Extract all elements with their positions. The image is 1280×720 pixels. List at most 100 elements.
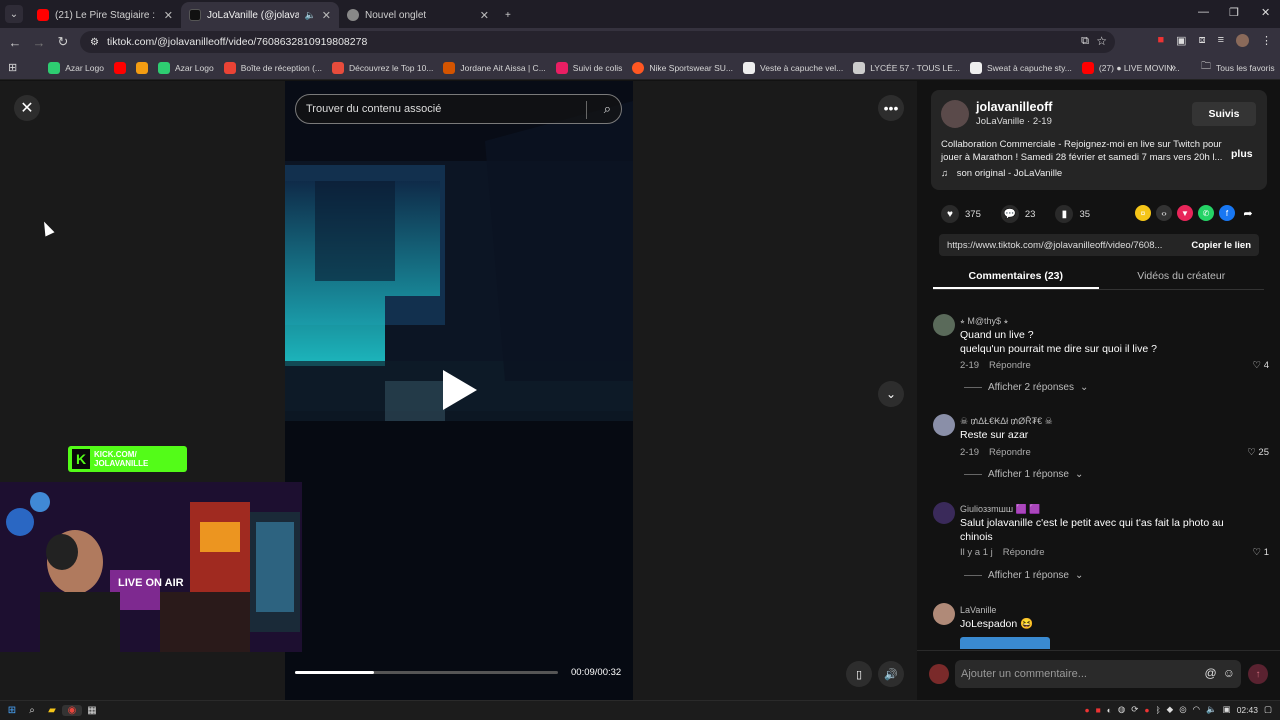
tab-tiktok[interactable]: JoLaVanille (@jolavanilleoff) 🔈 ✕ bbox=[181, 2, 339, 28]
volume-icon[interactable]: 🔊 bbox=[878, 661, 904, 687]
view-replies-button[interactable]: Afficher 1 réponse ⌄ bbox=[964, 570, 1083, 581]
whatsapp-icon[interactable]: ✆ bbox=[1198, 205, 1214, 221]
bookmark-item[interactable]: Veste à capuche vel... bbox=[738, 61, 848, 74]
bookmark-item[interactable]: Boîte de réception (... bbox=[219, 61, 327, 74]
chrome-icon[interactable]: ◉ bbox=[62, 705, 82, 716]
bookmark-item[interactable]: Azar Logo bbox=[153, 61, 219, 74]
commenter-name[interactable]: ⭒ M@thy$ ⭒ bbox=[960, 316, 1008, 327]
restore-icon[interactable]: ❐ bbox=[1229, 6, 1239, 19]
tray-icon[interactable]: ● bbox=[1144, 705, 1149, 715]
video-progress-bar[interactable] bbox=[295, 671, 558, 674]
tab-youtube[interactable]: (21) Le Pire Stagiaire : le gérant ✕ bbox=[29, 2, 181, 28]
profile-avatar[interactable] bbox=[1236, 34, 1249, 47]
bookmark-item[interactable] bbox=[131, 61, 153, 74]
tray-icon[interactable]: ⟳ bbox=[1131, 704, 1138, 715]
windows-start-icon[interactable]: ⊞ bbox=[2, 705, 22, 716]
tray-icon[interactable]: ◍ bbox=[1118, 704, 1125, 715]
emoji-icon[interactable]: ☺ bbox=[1223, 666, 1235, 680]
bookmark-item[interactable]: Découvrez le Top 10... bbox=[327, 61, 438, 74]
bookmark-star-icon[interactable]: ☆ bbox=[1096, 34, 1107, 48]
reload-icon[interactable]: ↻ bbox=[51, 34, 75, 50]
speaker-icon[interactable]: 🔈 bbox=[1206, 704, 1217, 715]
floating-player-icon[interactable]: ▯ bbox=[846, 661, 872, 687]
wifi-icon[interactable]: ◠ bbox=[1193, 704, 1200, 715]
bluetooth-icon[interactable]: ᛒ bbox=[1156, 705, 1161, 715]
next-video-button[interactable]: ⌄ bbox=[878, 381, 904, 407]
microphone-icon[interactable]: ● bbox=[1084, 705, 1089, 715]
kebab-menu-icon[interactable]: ⋮ bbox=[1261, 34, 1272, 47]
tab-new[interactable]: Nouvel onglet ✕ bbox=[339, 2, 497, 28]
sound-row[interactable]: ♫ son original - JoLaVanille bbox=[941, 168, 1062, 179]
cast-icon[interactable]: ⧉ bbox=[1081, 35, 1089, 48]
bookmark-item[interactable]: Azar Logo bbox=[43, 61, 109, 74]
bookmark-item[interactable]: (27) ● LIVE MOVIN... bbox=[1077, 61, 1185, 74]
tray-icon[interactable]: ▣ bbox=[1223, 704, 1231, 715]
send-comment-button[interactable]: ↑ bbox=[1248, 664, 1268, 684]
mention-icon[interactable]: @ bbox=[1205, 666, 1217, 680]
bookmark-item[interactable]: Nike Sportswear SU... bbox=[627, 61, 738, 74]
tab-list-button[interactable]: ⌄ bbox=[5, 5, 23, 23]
tray-icon[interactable]: ◐ bbox=[1107, 705, 1112, 715]
file-explorer-icon[interactable]: ▰ bbox=[42, 705, 62, 716]
close-tab-icon[interactable]: ✕ bbox=[164, 9, 173, 22]
site-info-icon[interactable]: ⚙ bbox=[90, 37, 99, 48]
facebook-icon[interactable]: f bbox=[1219, 205, 1235, 221]
close-video-button[interactable]: ✕ bbox=[14, 95, 40, 121]
tray-icon[interactable]: ◎ bbox=[1179, 704, 1186, 715]
commenter-name[interactable]: Giulioззmшш 🟪 🟪 bbox=[960, 504, 1041, 515]
tray-icon[interactable]: ◆ bbox=[1167, 704, 1174, 715]
reply-button[interactable]: Répondre bbox=[1003, 547, 1045, 558]
extension-icon[interactable]: ■ bbox=[1158, 34, 1165, 47]
view-replies-button[interactable]: Afficher 2 réponses ⌄ bbox=[964, 382, 1088, 393]
view-replies-button[interactable]: Afficher 1 réponse ⌄ bbox=[964, 469, 1083, 480]
notification-icon[interactable]: ▢ bbox=[1264, 704, 1272, 715]
play-icon[interactable] bbox=[443, 370, 477, 410]
copy-link-button[interactable]: Copier le lien bbox=[1191, 240, 1251, 251]
creator-username[interactable]: jolavanilleoff bbox=[976, 100, 1052, 114]
commenter-name[interactable]: ☠ ₥ΔŁ€₭Δł ₥ØŘ₮€ ☠ bbox=[960, 416, 1053, 427]
comment-input[interactable]: Ajouter un commentaire... @ ☺ bbox=[955, 660, 1241, 688]
reply-button[interactable]: Répondre bbox=[989, 360, 1031, 371]
heart-icon[interactable]: ♥ bbox=[941, 205, 959, 223]
bookmark-item[interactable]: Jordane Ait Aissa | C... bbox=[438, 61, 550, 74]
new-tab-button[interactable]: + bbox=[497, 2, 519, 28]
media-icon[interactable]: ≡ bbox=[1218, 34, 1224, 47]
share-arrow-icon[interactable]: ➦ bbox=[1240, 205, 1256, 221]
tab-creator-videos[interactable]: Vidéos du créateur bbox=[1099, 264, 1265, 289]
minimize-icon[interactable]: — bbox=[1198, 6, 1209, 18]
comment-like[interactable]: ♡ 25 bbox=[1247, 447, 1269, 458]
bookmark-icon[interactable]: ▮ bbox=[1055, 205, 1074, 223]
search-icon[interactable]: ⌕ bbox=[604, 101, 611, 117]
back-icon[interactable]: ← bbox=[3, 35, 27, 50]
forward-icon[interactable]: → bbox=[27, 35, 51, 50]
app-icon[interactable]: ▦ bbox=[82, 705, 102, 716]
more-options-button[interactable]: ••• bbox=[878, 95, 904, 121]
related-search-input[interactable]: Trouver du contenu associé ⌕ bbox=[295, 94, 622, 124]
url-input[interactable]: ⚙ tiktok.com/@jolavanilleoff/video/76086… bbox=[80, 31, 1115, 53]
tab-comments[interactable]: Commentaires (23) bbox=[933, 264, 1099, 289]
speaker-icon[interactable]: 🔈 bbox=[305, 10, 316, 21]
close-tab-icon[interactable]: ✕ bbox=[322, 9, 331, 22]
clock-text[interactable]: 02:43 bbox=[1237, 705, 1258, 715]
comment-icon[interactable]: 💬 bbox=[1000, 205, 1019, 223]
commenter-name[interactable]: LaVanille bbox=[960, 605, 996, 615]
my-avatar[interactable] bbox=[929, 664, 949, 684]
creator-avatar[interactable] bbox=[941, 100, 969, 128]
comment-like[interactable]: ♡ 4 bbox=[1253, 360, 1269, 371]
following-button[interactable]: Suivis bbox=[1192, 102, 1256, 126]
search-icon[interactable]: ⌕ bbox=[22, 705, 42, 716]
commenter-avatar[interactable] bbox=[933, 314, 955, 336]
reply-button[interactable]: Répondre bbox=[989, 447, 1031, 458]
commenter-avatar[interactable] bbox=[933, 603, 955, 625]
puzzle-icon[interactable]: ⧈ bbox=[1199, 34, 1206, 47]
record-icon[interactable]: ■ bbox=[1096, 705, 1101, 715]
extension-icon[interactable]: ▣ bbox=[1176, 34, 1186, 47]
embed-icon[interactable]: ‹› bbox=[1156, 205, 1172, 221]
bookmark-item[interactable]: LYCÉE 57 - TOUS LE... bbox=[848, 61, 965, 74]
commenter-avatar[interactable] bbox=[933, 502, 955, 524]
all-bookmarks-folder[interactable]: 🗀 Tous les favoris bbox=[1196, 59, 1280, 76]
coin-icon[interactable]: ¤ bbox=[1135, 205, 1151, 221]
bookmark-item[interactable]: Suivi de colis bbox=[551, 61, 628, 74]
close-tab-icon[interactable]: ✕ bbox=[480, 9, 489, 22]
bookmarks-overflow-icon[interactable]: » bbox=[1170, 62, 1176, 74]
